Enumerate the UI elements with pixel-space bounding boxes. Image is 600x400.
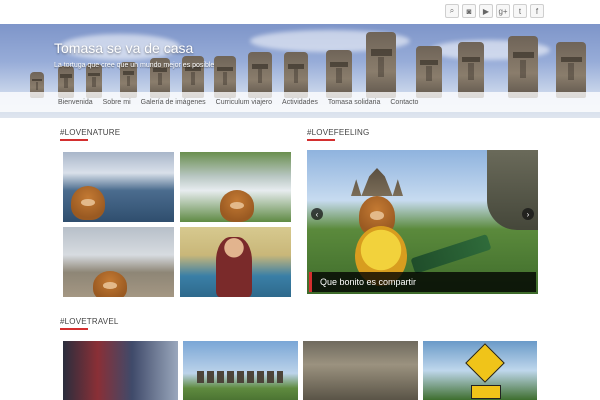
slider-next-button[interactable]: ›: [522, 208, 534, 220]
toy-monkey: [71, 186, 105, 220]
toy-monkey: [220, 190, 254, 222]
site-tagline: La tortuga que cree que un mundo mejor e…: [54, 62, 215, 69]
moai-statue: [326, 50, 352, 98]
moai-statue: [458, 42, 484, 98]
gallery-photo-penguins[interactable]: [63, 227, 174, 297]
beer-bottle: [410, 234, 492, 274]
toy-monkey: [93, 271, 127, 297]
gallery-photo-monk[interactable]: [180, 227, 291, 297]
site-title[interactable]: Tomasa se va de casa: [54, 40, 193, 56]
nav-item-solidaria[interactable]: Tomasa solidaria: [323, 99, 386, 106]
section-underline: [307, 139, 335, 141]
moai-statue: [416, 46, 442, 98]
nav-item-curriculum[interactable]: Curriculum viajero: [211, 99, 277, 106]
main-nav: Bienvenida Sobre mi Galería de imágenes …: [0, 92, 600, 112]
nav-item-sobre-mi[interactable]: Sobre mi: [98, 99, 136, 106]
section-underline: [60, 139, 88, 141]
twitter-icon[interactable]: t: [513, 4, 527, 18]
slider-prev-button[interactable]: ‹: [311, 208, 323, 220]
moai-statue: [556, 42, 586, 98]
gallery-photo-road-sign[interactable]: [423, 341, 537, 400]
section-heading-lovefeeling: #LOVEFEELING: [307, 128, 370, 137]
search-icon[interactable]: ⌕: [445, 4, 459, 18]
moai-statue: [366, 32, 396, 98]
gallery-photo-waterfall[interactable]: [180, 152, 291, 222]
top-bar: ⌕ ◙ ▶ g+ t f: [0, 0, 600, 24]
slider-caption[interactable]: Que bonito es compartir: [309, 272, 536, 292]
gallery-photo-iceberg[interactable]: [63, 152, 174, 222]
moai-statue: [508, 36, 538, 98]
gallery-photo-city[interactable]: [63, 341, 178, 400]
section-heading-lovenature: #LOVENATURE: [60, 128, 121, 137]
person-figure: [216, 237, 252, 297]
instagram-icon[interactable]: ◙: [462, 4, 476, 18]
gallery-photo-easter-island[interactable]: [183, 341, 298, 400]
section-heading-lovetravel: #LOVETRAVEL: [60, 317, 119, 326]
nav-item-contacto[interactable]: Contacto: [385, 99, 423, 106]
youtube-icon[interactable]: ▶: [479, 4, 493, 18]
nav-item-bienvenida[interactable]: Bienvenida: [54, 99, 98, 106]
kangaroo-sign: [465, 343, 505, 383]
moai-row: [197, 371, 283, 383]
section-underline: [60, 328, 88, 330]
gallery-photo-ruins[interactable]: [303, 341, 418, 400]
nav-item-galeria[interactable]: Galería de imágenes: [136, 99, 211, 106]
nav-item-actividades[interactable]: Actividades: [277, 99, 323, 106]
next-sign: [471, 385, 501, 399]
facebook-icon[interactable]: f: [530, 4, 544, 18]
google-plus-icon[interactable]: g+: [496, 4, 510, 18]
social-links: ⌕ ◙ ▶ g+ t f: [445, 4, 544, 18]
temple-silhouette: [351, 168, 403, 196]
